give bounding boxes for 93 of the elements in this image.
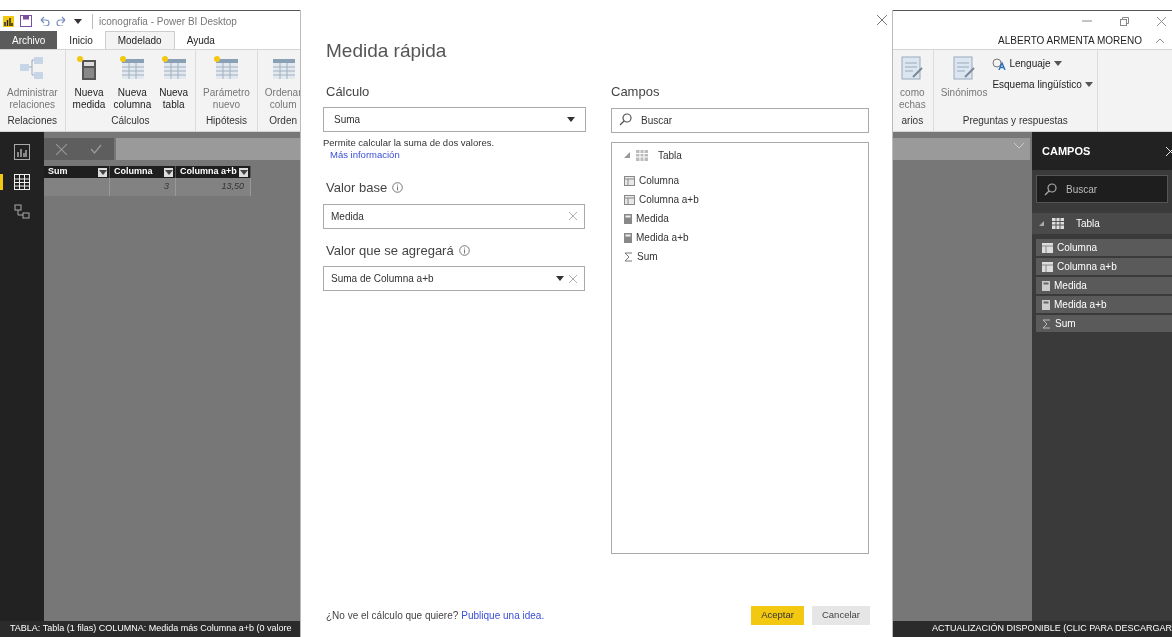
user-name: ALBERTO ARMENTA MORENO <box>998 33 1142 48</box>
update-notice[interactable]: ACTUALIZACIÓN DISPONIBLE (CLIC PARA DESCARGAR <box>932 622 1172 636</box>
calculated-column-icon <box>624 194 635 205</box>
table-icon <box>1052 218 1064 229</box>
table-icon[interactable] <box>14 174 30 190</box>
calculated-column-icon <box>1042 242 1053 253</box>
restore-icon[interactable] <box>1120 16 1129 26</box>
tree-field-item[interactable]: Columna <box>624 171 856 190</box>
more-info-link[interactable]: Más información <box>330 149 400 161</box>
base-value-field[interactable]: Medida <box>323 203 585 229</box>
tree-field-item[interactable]: Sum <box>624 247 856 266</box>
tree-field-item[interactable]: Medida a+b <box>624 228 856 247</box>
calculation-dropdown[interactable]: Suma <box>323 107 586 132</box>
customize-caret-icon <box>74 18 82 24</box>
calculated-column-icon <box>624 175 635 186</box>
calculator-icon <box>1042 280 1050 291</box>
ribbon-group-label: arios <box>900 114 925 128</box>
ribbon-group-label: Orden <box>268 114 299 128</box>
undo-icon[interactable] <box>38 16 50 26</box>
ribbon-group-label: Preguntas y respuestas <box>961 114 1069 128</box>
fields-search-field[interactable]: Buscar <box>611 108 869 133</box>
filter-caret-icon <box>239 169 248 175</box>
ribbon-tab[interactable]: Ayuda <box>174 31 227 49</box>
pane-field-item[interactable]: Medida a+b <box>1036 296 1172 313</box>
pane-field-item[interactable]: Columna a+b <box>1036 258 1172 275</box>
field-label: Valor que se agregará <box>326 241 454 260</box>
expand-triangle-icon <box>624 152 630 158</box>
caret-icon <box>1053 61 1062 66</box>
filter-caret-icon <box>164 169 173 175</box>
tree-table-item[interactable]: Tabla <box>624 145 856 165</box>
collapse-ribbon-icon[interactable] <box>1156 37 1164 43</box>
ribbon-button[interactable]: Nueva tabla <box>156 55 192 111</box>
redo-icon[interactable] <box>56 16 68 26</box>
table-icon <box>160 55 187 81</box>
notepad-icon <box>951 55 978 81</box>
search-icon <box>1044 183 1057 196</box>
ribbon-group-label: Hipótesis <box>204 114 248 128</box>
ribbon-button[interactable]: Nueva medida <box>69 55 109 111</box>
ribbon-button[interactable]: Nueva columna <box>110 55 155 111</box>
ribbon-group-label: Cálculos <box>110 114 151 128</box>
sigma-icon <box>624 251 633 262</box>
language-icon <box>992 57 1007 70</box>
calculation-description: Permite calcular la suma de dos valores. <box>323 137 496 149</box>
expand-triangle-icon <box>1039 221 1044 226</box>
cancel-button[interactable]: Cancelar <box>811 605 870 625</box>
publish-idea-link[interactable]: Publique una idea. <box>461 607 545 623</box>
footer-text: ¿No ve el cálculo que quiere? <box>326 608 459 623</box>
info-icon <box>458 244 470 256</box>
chevron-down-icon[interactable] <box>1014 143 1024 149</box>
pane-field-item[interactable]: Sum <box>1036 315 1172 332</box>
ribbon-tab[interactable]: Inicio <box>57 31 105 49</box>
ribbon-dropdown-button[interactable]: Lenguaje <box>992 56 1093 71</box>
accept-button[interactable]: Aceptar <box>751 605 804 625</box>
pane-table-item[interactable]: Tabla <box>1032 213 1172 234</box>
calculator-icon <box>624 232 632 243</box>
caret-icon <box>1084 82 1093 87</box>
sigma-icon <box>1042 318 1051 329</box>
ribbon-group-label: Relaciones <box>6 114 59 128</box>
pane-field-item[interactable]: Medida <box>1036 277 1172 294</box>
table-icon <box>636 149 648 161</box>
bar-chart-icon[interactable] <box>14 144 30 160</box>
model-diagram-icon[interactable] <box>14 204 30 220</box>
app-logo-icon <box>3 15 14 27</box>
calculated-column-icon <box>1042 261 1053 272</box>
check-icon[interactable] <box>90 144 103 154</box>
table-cell: 13,50 <box>221 180 244 194</box>
ribbon-dropdown-button[interactable]: Esquema lingüístico <box>992 77 1093 92</box>
pane-title: CAMPOS <box>1042 143 1091 159</box>
table-cell: 3 <box>164 180 169 194</box>
field-label: Valor base <box>326 179 388 197</box>
search-icon <box>619 113 632 126</box>
ribbon-tab[interactable]: Archivo <box>0 31 58 49</box>
caret-icon <box>556 276 564 281</box>
field-label: Campos <box>611 82 661 101</box>
field-label: Cálculo <box>326 82 371 101</box>
dialog-title: Medida rápida <box>326 39 448 63</box>
window-title: iconografia - Power BI Desktop <box>92 13 237 29</box>
save-icon[interactable] <box>20 15 32 27</box>
calculator-icon <box>624 213 632 224</box>
notepad-icon <box>899 55 926 81</box>
added-value-field[interactable]: Suma de Columna a+b <box>323 266 585 291</box>
tree-field-item[interactable]: Columna a+b <box>624 190 856 209</box>
caret-icon <box>567 117 575 122</box>
pane-field-item[interactable]: Columna <box>1036 239 1172 256</box>
ribbon-tab[interactable]: Modelado <box>104 31 175 49</box>
relationships-icon <box>19 55 46 81</box>
pane-search-field[interactable]: Buscar <box>1036 175 1168 203</box>
filter-caret-icon <box>98 169 107 175</box>
tree-field-item[interactable]: Medida <box>624 209 856 228</box>
info-icon <box>392 182 404 194</box>
status-text: TABLA: Tabla (1 filas) COLUMNA: Medida más Columna a+b (0 valore <box>10 622 292 636</box>
table-icon <box>119 55 146 81</box>
calculator-icon <box>1042 299 1050 310</box>
